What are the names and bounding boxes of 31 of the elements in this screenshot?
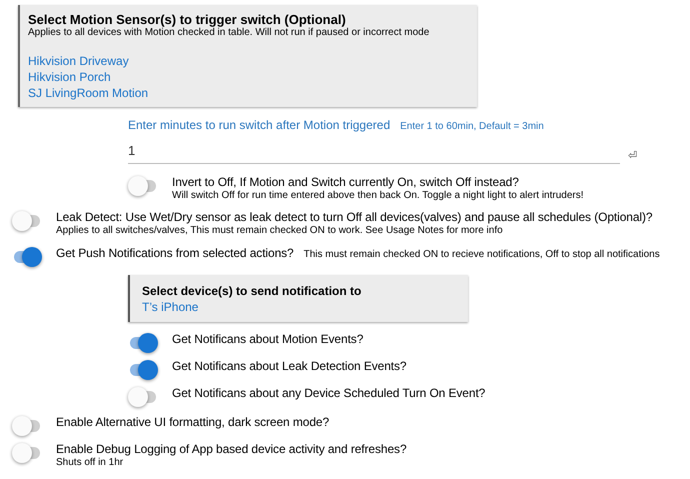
option-label: Invert to Off, If Motion and Switch currently On, switch Off instead? <box>172 175 520 190</box>
option-note: Applies to all switches/valves, This must remain checked ON to work. See Usage Notes for more info <box>56 225 504 236</box>
option-label: Leak Detect: Use Wet/Dry sensor as leak detect to turn Off all devices(valves) and pause all schedules (Optional)? <box>56 210 652 225</box>
option-note: This must remain checked ON to recieve notifications, Off to stop all notifications <box>304 249 660 260</box>
field-label: Enter minutes to run switch after Motion triggered <box>128 117 390 134</box>
field-hint: Enter 1 to 60min, Default = 3min <box>400 120 544 134</box>
enter-icon: ⏎ <box>628 150 637 162</box>
option-label: Enable Debug Logging of App based device activity and refreshes? <box>56 442 407 457</box>
device-link[interactable]: Hikvision Porch <box>28 69 111 85</box>
toggle-switch[interactable] <box>12 416 42 436</box>
toggle-switch[interactable] <box>12 443 42 463</box>
option-note: Will switch Off for run time entered above then back On. Toggle a night light to alert intruders! <box>172 190 584 201</box>
device-link[interactable]: Hikvision Driveway <box>28 53 129 69</box>
device-link[interactable]: T’s iPhone <box>142 299 198 315</box>
option-label: Get Push Notifications from selected actions? <box>56 246 294 261</box>
option-label: Get Notificans about Leak Detection Events? <box>172 359 407 374</box>
panel-title: Select device(s) to send notification to <box>142 283 362 299</box>
toggle-switch[interactable] <box>12 247 42 267</box>
option-note: Shuts off in 1hr <box>56 457 124 468</box>
toggle-switch[interactable] <box>12 211 42 231</box>
option-label: Get Notificans about any Device Scheduled Turn On Event? <box>172 386 486 401</box>
panel-subtitle: Applies to all devices with Motion checked in table. Will not run if paused or incorrect mode <box>28 27 430 39</box>
toggle-switch[interactable] <box>128 360 158 380</box>
toggle-switch[interactable] <box>128 387 158 407</box>
toggle-switch[interactable] <box>128 176 158 196</box>
option-label: Get Notificans about Motion Events? <box>172 332 364 347</box>
minutes-input[interactable]: 1 <box>128 138 620 164</box>
device-link[interactable]: SJ LivingRoom Motion <box>28 85 148 101</box>
option-label: Enable Alternative UI formatting, dark screen mode? <box>56 415 330 430</box>
toggle-switch[interactable] <box>128 333 158 353</box>
panel-title: Select Motion Sensor(s) to trigger switch (Optional) <box>28 12 347 27</box>
